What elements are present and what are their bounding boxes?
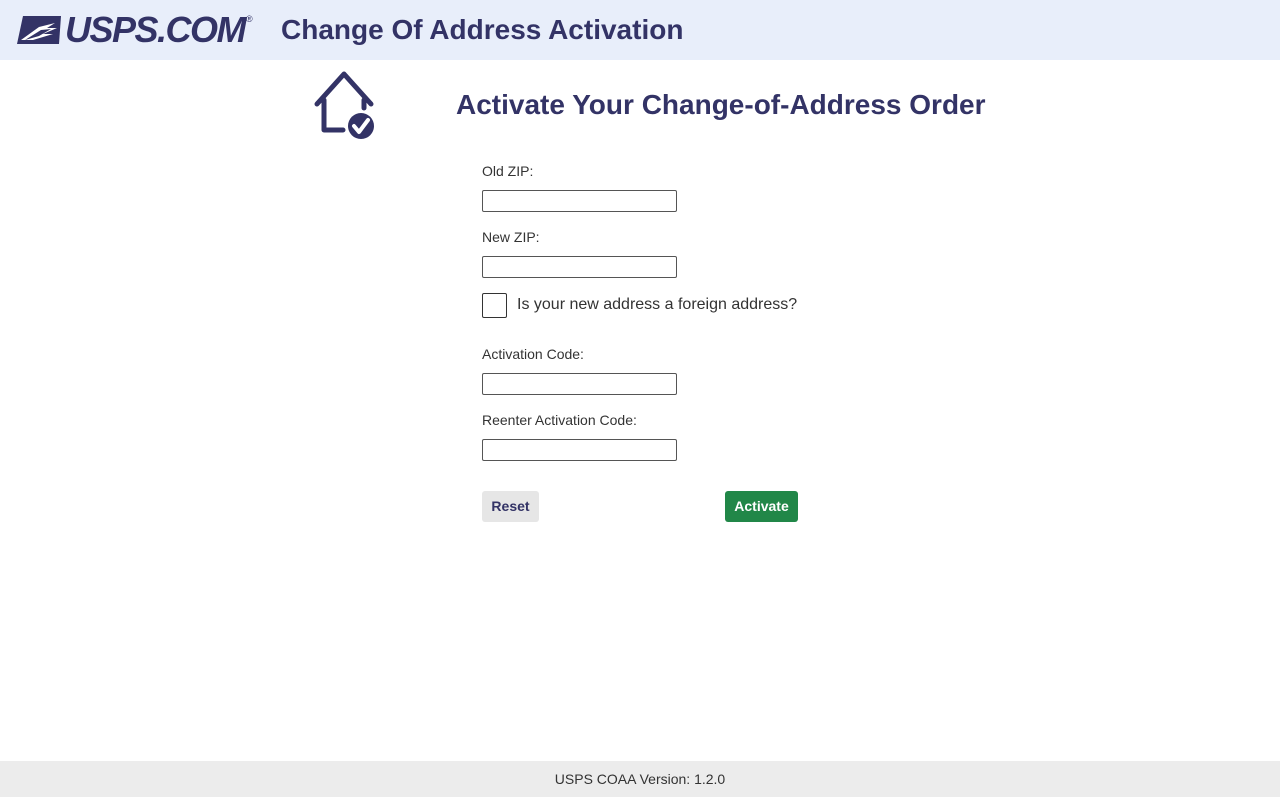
old-zip-label: Old ZIP: [482, 163, 534, 179]
reset-button[interactable]: Reset [482, 491, 539, 522]
activation-code-label: Activation Code: [482, 346, 584, 362]
eagle-icon [17, 16, 61, 44]
activate-button[interactable]: Activate [725, 491, 798, 522]
reenter-activation-code-input[interactable] [482, 439, 677, 461]
version-text: USPS COAA Version: 1.2.0 [554, 771, 726, 787]
page-header: USPS.COM ® Change Of Address Activation [0, 0, 1280, 60]
foreign-address-label[interactable]: Is your new address a foreign address? [517, 295, 797, 315]
reenter-activation-code-label: Reenter Activation Code: [482, 412, 637, 428]
registered-mark: ® [246, 14, 253, 24]
house-check-icon [314, 71, 374, 139]
new-zip-input[interactable] [482, 256, 677, 278]
header-title: Change Of Address Activation [281, 14, 684, 45]
new-zip-label: New ZIP: [482, 229, 540, 245]
logo-text: USPS.COM [65, 9, 247, 50]
activation-code-input[interactable] [482, 373, 677, 395]
old-zip-input[interactable] [482, 190, 677, 212]
usps-logo[interactable]: USPS.COM ® [17, 9, 253, 50]
page-footer: USPS COAA Version: 1.2.0 [0, 761, 1280, 797]
page-title: Activate Your Change-of-Address Order [456, 89, 986, 120]
foreign-address-checkbox[interactable] [482, 293, 507, 318]
